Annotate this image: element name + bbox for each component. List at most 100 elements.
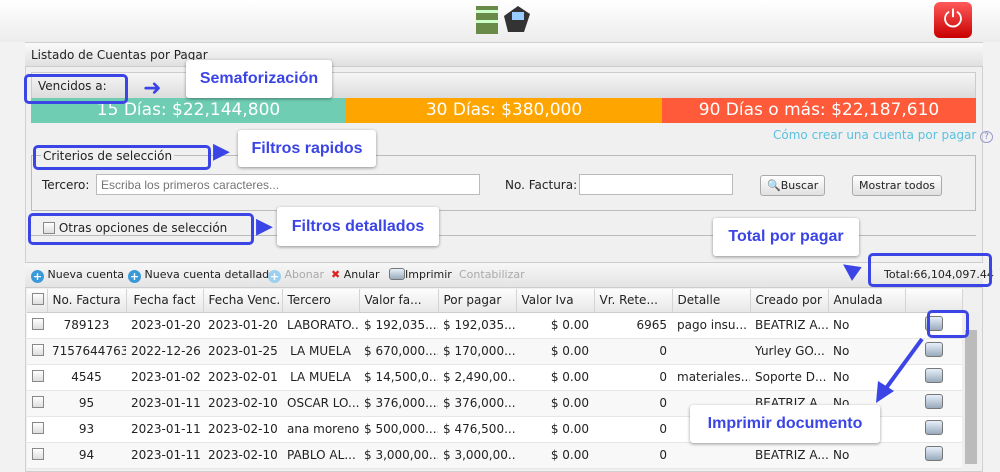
table-cell: 6965: [594, 312, 672, 339]
column-header[interactable]: No. Factura: [47, 289, 127, 313]
table-cell: LA MUELA: [282, 364, 359, 391]
table-cell: No: [828, 442, 905, 469]
row-checkbox[interactable]: [32, 317, 44, 330]
row-checkbox-cell[interactable]: [27, 390, 47, 417]
table-cell: $ 0.00: [516, 364, 594, 391]
table-cell: 2023-01-25: [203, 338, 282, 365]
x-icon: ✖: [331, 268, 341, 281]
scrollbar-thumb[interactable]: [965, 330, 977, 464]
table-cell: BEATRIZ A...: [750, 442, 828, 469]
table-cell: $ 500,000....: [359, 416, 438, 443]
printer-icon[interactable]: [924, 446, 943, 461]
panel-title: Listado de Cuentas por Pagar: [25, 43, 983, 67]
table-cell: BEATRIZ A...: [750, 312, 828, 339]
help-link-text[interactable]: Cómo crear una cuenta por pagar: [773, 128, 976, 142]
row-checkbox[interactable]: [32, 395, 44, 408]
table-cell: pago insu...: [672, 312, 750, 339]
table-cell: 2023-01-11: [126, 390, 203, 417]
anular-button[interactable]: ✖ Anular: [331, 268, 380, 281]
table-cell: 4545: [47, 364, 126, 391]
select-all-checkbox[interactable]: [32, 292, 44, 305]
bucket-90-days: 90 Días o más: $22,187,610: [662, 98, 976, 123]
plus-icon: +: [268, 270, 281, 283]
row-checkbox-cell[interactable]: [27, 442, 47, 469]
table-cell: 2023-01-02: [126, 364, 203, 391]
help-icon[interactable]: ?: [980, 131, 993, 143]
column-header[interactable]: Por pagar: [438, 289, 517, 313]
abonar-button[interactable]: + Abonar: [268, 268, 324, 283]
table-cell: 2023-01-11: [126, 416, 203, 443]
row-checkbox-cell[interactable]: [27, 338, 47, 365]
table-row[interactable]: 4545 2023-01-02 2023-02-01 LA MUELA $ 14,500…: [27, 364, 962, 391]
bucket-30-days: 30 Días: $380,000: [346, 98, 662, 123]
table-cell: 0: [594, 390, 672, 417]
callout-total-por-pagar: Total por pagar: [713, 218, 859, 256]
print-cell[interactable]: [905, 442, 962, 469]
factura-input[interactable]: [579, 174, 733, 195]
table-cell: 2022-12-26: [126, 338, 203, 365]
table-cell: 0: [594, 364, 672, 391]
table-cell: OSCAR LO...: [282, 390, 359, 417]
table-cell: Yurley GO...: [750, 338, 828, 365]
table-cell: materiales...: [672, 364, 750, 391]
table-cell: 7157644763: [47, 338, 126, 365]
table-cell: LA MUELA: [282, 338, 359, 365]
contabilizar-button[interactable]: Contabilizar: [459, 268, 525, 281]
row-checkbox-cell[interactable]: [27, 312, 47, 339]
table-cell: $ 0.00: [516, 312, 594, 339]
table-row[interactable]: 94 2023-01-11 2023-02-10 PABLO AL... $ 3,000…: [27, 442, 962, 469]
power-icon[interactable]: ⏻: [934, 2, 972, 38]
table-cell: 2023-01-20: [126, 312, 203, 339]
money-register-icon: [476, 6, 530, 34]
nueva-cuenta-detallada-button[interactable]: + Nueva cuenta detallada: [128, 268, 276, 283]
column-header[interactable]: Tercero: [282, 289, 360, 313]
vencidos-header: Vencidos a:: [31, 72, 976, 99]
table-cell: 95: [47, 390, 126, 417]
table-cell: 0: [594, 442, 672, 469]
arrow-icon: ➜: [143, 76, 162, 101]
nueva-cuenta-label: Nueva cuenta: [47, 268, 125, 281]
buscar-button[interactable]: 🔍Buscar: [760, 175, 826, 196]
row-checkbox[interactable]: [32, 447, 44, 460]
tercero-label: Tercero:: [42, 178, 90, 192]
imprimir-button[interactable]: Imprimir: [389, 268, 452, 281]
help-link[interactable]: Cómo crear una cuenta por pagar ?: [773, 128, 993, 143]
nueva-cuenta-button[interactable]: + Nueva cuenta: [31, 268, 124, 283]
table-cell: $ 0.00: [516, 390, 594, 417]
select-all-header[interactable]: [27, 289, 48, 313]
column-header[interactable]: Creado por: [750, 289, 829, 313]
print-cell[interactable]: [905, 416, 962, 443]
column-header[interactable]: Anulada: [828, 289, 906, 313]
column-header[interactable]: Valor fa...: [359, 289, 439, 313]
table-cell: PABLO AL...: [282, 442, 359, 469]
table-cell: $ 376,000....: [438, 390, 516, 417]
row-checkbox[interactable]: [32, 421, 44, 434]
anular-label: Anular: [343, 268, 380, 281]
column-header[interactable]: Detalle: [672, 289, 751, 313]
printer-icon: [389, 268, 405, 280]
table-cell: 2023-02-10: [203, 442, 282, 469]
tercero-input[interactable]: [96, 174, 480, 195]
table-cell: ana moreno: [282, 416, 359, 443]
table-cell: $ 0.00: [516, 338, 594, 365]
mostrar-todos-button[interactable]: Mostrar todos: [852, 175, 943, 196]
column-header[interactable]: Valor Iva: [516, 289, 595, 313]
table-cell: $ 0.00: [516, 416, 594, 443]
arrow-icon: [876, 337, 924, 403]
callout-filtros-rapidos: Filtros rapidos: [238, 130, 376, 167]
row-checkbox[interactable]: [32, 343, 44, 356]
table-row[interactable]: 789123 2023-01-20 2023-01-20 LABORATO... $ 1…: [27, 312, 962, 339]
column-header[interactable]: Vr. Rete...: [594, 289, 673, 313]
column-header[interactable]: Fecha Venc.: [203, 289, 283, 313]
table-row[interactable]: 7157644763 2022-12-26 2023-01-25 LA MUELA $ …: [27, 338, 962, 365]
callout-semaforizacion: Semaforización: [186, 60, 332, 98]
row-checkbox[interactable]: [32, 369, 44, 382]
row-checkbox-cell[interactable]: [27, 364, 47, 391]
column-header[interactable]: Fecha fact: [126, 289, 204, 313]
highlight-otras: [28, 213, 254, 245]
row-checkbox-cell[interactable]: [27, 416, 47, 443]
printer-icon[interactable]: [924, 420, 943, 435]
table-cell: 2023-02-10: [203, 416, 282, 443]
nueva-detallada-label: Nueva cuenta detallada: [144, 268, 276, 281]
table-cell: Soporte D...: [750, 364, 828, 391]
